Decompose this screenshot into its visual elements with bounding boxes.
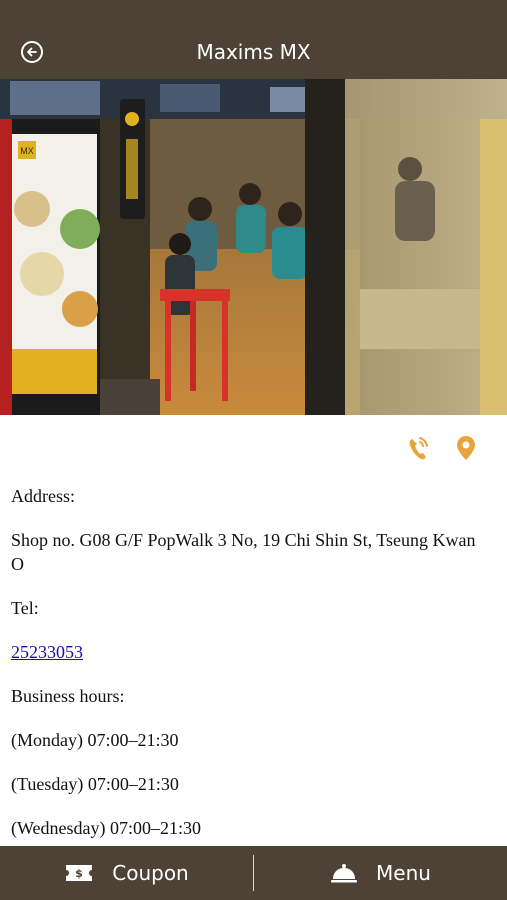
- poster-logo-text: MX: [20, 146, 34, 156]
- bottom-tab-bar: $ Coupon Menu: [0, 846, 507, 900]
- coupon-tab-label: Coupon: [112, 861, 189, 885]
- store-info: Address: Shop no. G08 G/F PopWalk 3 No, …: [11, 484, 491, 860]
- address-label: Address:: [11, 486, 75, 506]
- tel-label: Tel:: [11, 598, 39, 618]
- ticket-icon: $: [66, 865, 93, 881]
- menu-tab[interactable]: Menu: [254, 846, 507, 900]
- phone-number-link[interactable]: 25233053: [11, 642, 83, 662]
- contact-actions: [405, 433, 479, 463]
- restaurant-photo-image: MX: [0, 79, 507, 415]
- app-header: Maxims MX: [0, 0, 507, 79]
- address-value: Shop no. G08 G/F PopWalk 3 No, 19 Chi Sh…: [11, 530, 476, 574]
- tab-divider: [253, 855, 254, 891]
- svg-text:$: $: [75, 867, 83, 880]
- cloche-icon: [331, 864, 358, 883]
- page-title: Maxims MX: [196, 40, 311, 64]
- business-hours-label: Business hours:: [11, 686, 125, 706]
- restaurant-photo: MX: [0, 79, 507, 415]
- hours-monday: (Monday) 07:00–21:30: [11, 730, 179, 750]
- menu-tab-label: Menu: [376, 861, 431, 885]
- map-pin-icon[interactable]: [453, 433, 479, 463]
- hours-tuesday: (Tuesday) 07:00–21:30: [11, 774, 179, 794]
- hours-wednesday: (Wednesday) 07:00–21:30: [11, 818, 202, 838]
- phone-call-icon[interactable]: [405, 433, 431, 463]
- coupon-tab[interactable]: $ Coupon: [0, 846, 253, 900]
